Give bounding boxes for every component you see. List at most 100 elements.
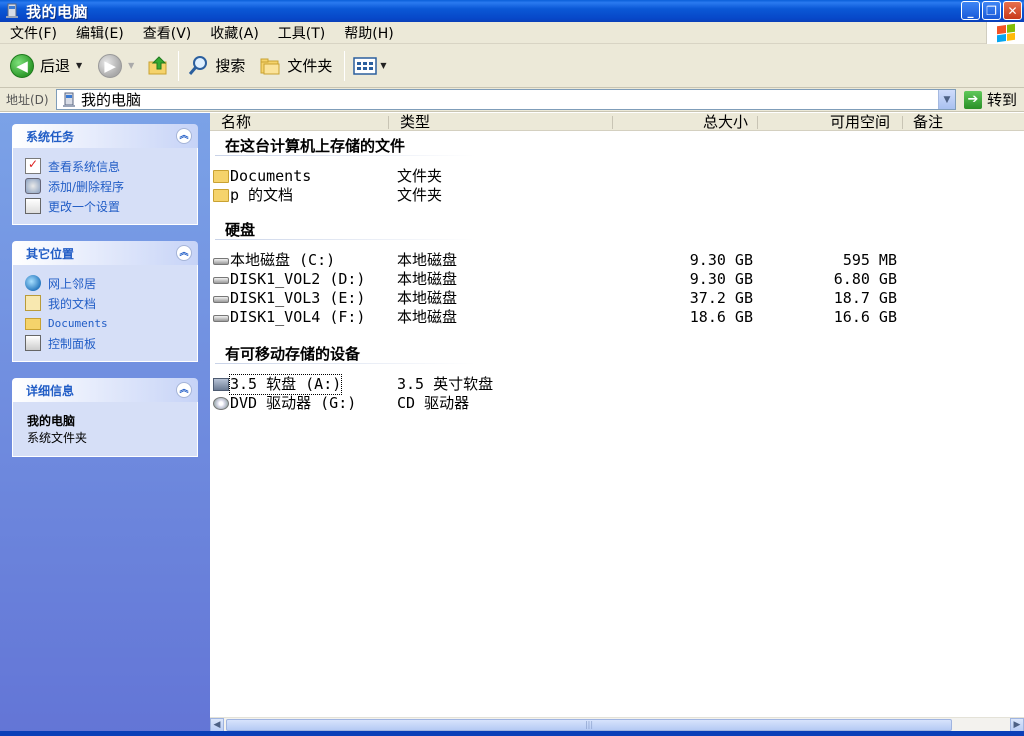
folders-icon: [260, 58, 280, 74]
column-name[interactable]: 名称: [221, 113, 251, 131]
other-places-header[interactable]: 其它位置 ︽: [12, 241, 198, 265]
item-name: DVD 驱动器 (G:): [230, 394, 357, 412]
collapse-chevron-icon[interactable]: ︽: [176, 382, 192, 398]
link-label: 更改一个设置: [48, 199, 121, 214]
folders-label: 文件夹: [287, 57, 333, 75]
menu-favorites[interactable]: 收藏(A): [200, 23, 268, 43]
views-button[interactable]: ▼: [349, 48, 390, 84]
control-panel-link[interactable]: 控制面板: [25, 333, 189, 353]
column-divider[interactable]: [388, 116, 389, 129]
hard-disk-icon: [213, 277, 229, 284]
column-divider[interactable]: [612, 116, 613, 129]
scroll-right-arrow-icon[interactable]: ▶: [1010, 718, 1024, 732]
list-item[interactable]: DISK1_VOL4 (F:) 本地磁盘 18.6 GB 16.6 GB: [213, 308, 913, 327]
column-type[interactable]: 类型: [400, 113, 430, 131]
system-tasks-header[interactable]: 系统任务 ︽: [12, 124, 198, 148]
close-button[interactable]: ✕: [1003, 1, 1022, 20]
address-value: 我的电脑: [81, 91, 142, 109]
list-item[interactable]: 本地磁盘 (C:) 本地磁盘 9.30 GB 595 MB: [213, 251, 913, 270]
item-type: 本地磁盘: [397, 289, 458, 307]
menu-help[interactable]: 帮助(H): [334, 23, 402, 43]
details-header[interactable]: 详细信息 ︽: [12, 378, 198, 402]
item-free-space: 16.6 GB: [833, 308, 897, 326]
toolbar: ◀ 后退 ▼ ▶ ▼ 搜索 文件夹 ▼: [0, 44, 1024, 88]
item-name: p 的文档: [230, 186, 294, 204]
add-remove-programs-link[interactable]: 添加/删除程序: [25, 176, 189, 196]
my-documents-link[interactable]: 我的文档: [25, 293, 189, 313]
search-icon: [189, 55, 208, 75]
dvd-drive-icon: [213, 397, 229, 410]
back-dropdown-icon[interactable]: ▼: [76, 61, 82, 70]
group-header-stored-files: 在这台计算机上存储的文件: [225, 137, 406, 155]
group-divider: [215, 363, 475, 364]
item-type: 本地磁盘: [397, 251, 458, 269]
item-type: CD 驱动器: [397, 394, 470, 412]
toolbar-separator: [344, 50, 346, 81]
collapse-chevron-icon[interactable]: ︽: [176, 128, 192, 144]
column-free-space[interactable]: 可用空间: [830, 113, 890, 131]
up-folder-icon: [148, 55, 167, 74]
column-divider[interactable]: [757, 116, 758, 129]
menu-file[interactable]: 文件(F): [0, 23, 66, 43]
go-button[interactable]: ➔ 转到: [964, 89, 1017, 110]
list-item[interactable]: DVD 驱动器 (G:) CD 驱动器: [213, 394, 913, 413]
network-places-link[interactable]: 网上邻居: [25, 273, 189, 293]
column-divider[interactable]: [902, 116, 903, 129]
change-setting-link[interactable]: 更改一个设置: [25, 196, 189, 216]
menu-edit[interactable]: 编辑(E): [66, 23, 133, 43]
list-item[interactable]: Documents 文件夹: [213, 167, 913, 186]
item-name: DISK1_VOL4 (F:): [230, 308, 366, 326]
title-bar: 我的电脑 _ ❐ ✕: [0, 0, 1024, 22]
address-dropdown-icon[interactable]: ▼: [938, 90, 955, 109]
horizontal-scrollbar[interactable]: ◀ ||| ▶: [210, 717, 1024, 732]
floppy-drive-icon: [213, 378, 229, 391]
toolbar-separator: [178, 50, 180, 81]
scroll-left-arrow-icon[interactable]: ◀: [210, 718, 224, 732]
link-label: 网上邻居: [48, 276, 97, 291]
documents-link[interactable]: Documents: [25, 313, 189, 333]
folder-icon: [213, 189, 229, 202]
hard-disk-icon: [213, 258, 229, 265]
network-places-icon: [25, 275, 41, 291]
menu-tools[interactable]: 工具(T): [268, 23, 334, 43]
windows-logo-icon: [986, 22, 1024, 44]
panel-title: 详细信息: [26, 383, 75, 398]
group-divider: [215, 155, 475, 156]
scrollbar-thumb[interactable]: |||: [226, 719, 952, 731]
view-system-info-link[interactable]: 查看系统信息: [25, 156, 189, 176]
hard-disk-icon: [213, 296, 229, 303]
views-dropdown-icon: ▼: [380, 61, 387, 70]
search-button[interactable]: 搜索: [183, 48, 249, 84]
item-name: 本地磁盘 (C:): [230, 251, 336, 269]
folders-button[interactable]: 文件夹: [255, 48, 336, 84]
link-label: 查看系统信息: [48, 159, 121, 174]
item-type: 文件夹: [397, 167, 443, 185]
back-label: 后退: [40, 57, 71, 75]
list-item[interactable]: 3.5 软盘 (A:) 3.5 英寸软盘: [213, 374, 913, 395]
window-title: 我的电脑: [26, 2, 89, 21]
item-type: 本地磁盘: [397, 308, 458, 326]
up-folder-button[interactable]: [142, 48, 174, 84]
collapse-chevron-icon[interactable]: ︽: [176, 245, 192, 261]
back-arrow-icon: ◀: [10, 53, 34, 78]
column-comment[interactable]: 备注: [913, 113, 943, 131]
minimize-button[interactable]: _: [961, 1, 980, 20]
details-name: 我的电脑: [27, 414, 76, 428]
window-bottom-border: [0, 731, 1024, 736]
other-places-panel: 其它位置 ︽ 网上邻居 我的文档 Documents 控制面板: [12, 241, 198, 362]
list-item[interactable]: DISK1_VOL3 (E:) 本地磁盘 37.2 GB 18.7 GB: [213, 289, 913, 308]
item-name: 3.5 软盘 (A:): [228, 374, 343, 395]
forward-button[interactable]: ▶ ▼: [94, 48, 138, 84]
list-item[interactable]: p 的文档 文件夹: [213, 186, 913, 205]
forward-dropdown-icon[interactable]: ▼: [128, 61, 134, 70]
file-list-view: 名称 类型 总大小 可用空间 备注 在这台计算机上存储的文件 Documents…: [210, 113, 1024, 717]
item-name: DISK1_VOL2 (D:): [230, 270, 366, 288]
back-button[interactable]: ◀ 后退 ▼: [6, 48, 86, 84]
maximize-button[interactable]: ❐: [982, 1, 1001, 20]
my-computer-icon: [4, 3, 20, 19]
column-total-size[interactable]: 总大小: [703, 113, 748, 131]
list-item[interactable]: DISK1_VOL2 (D:) 本地磁盘 9.30 GB 6.80 GB: [213, 270, 913, 289]
details-description: 系统文件夹: [27, 431, 88, 445]
menu-view[interactable]: 查看(V): [133, 23, 201, 43]
address-input[interactable]: 我的电脑 ▼: [56, 89, 956, 110]
